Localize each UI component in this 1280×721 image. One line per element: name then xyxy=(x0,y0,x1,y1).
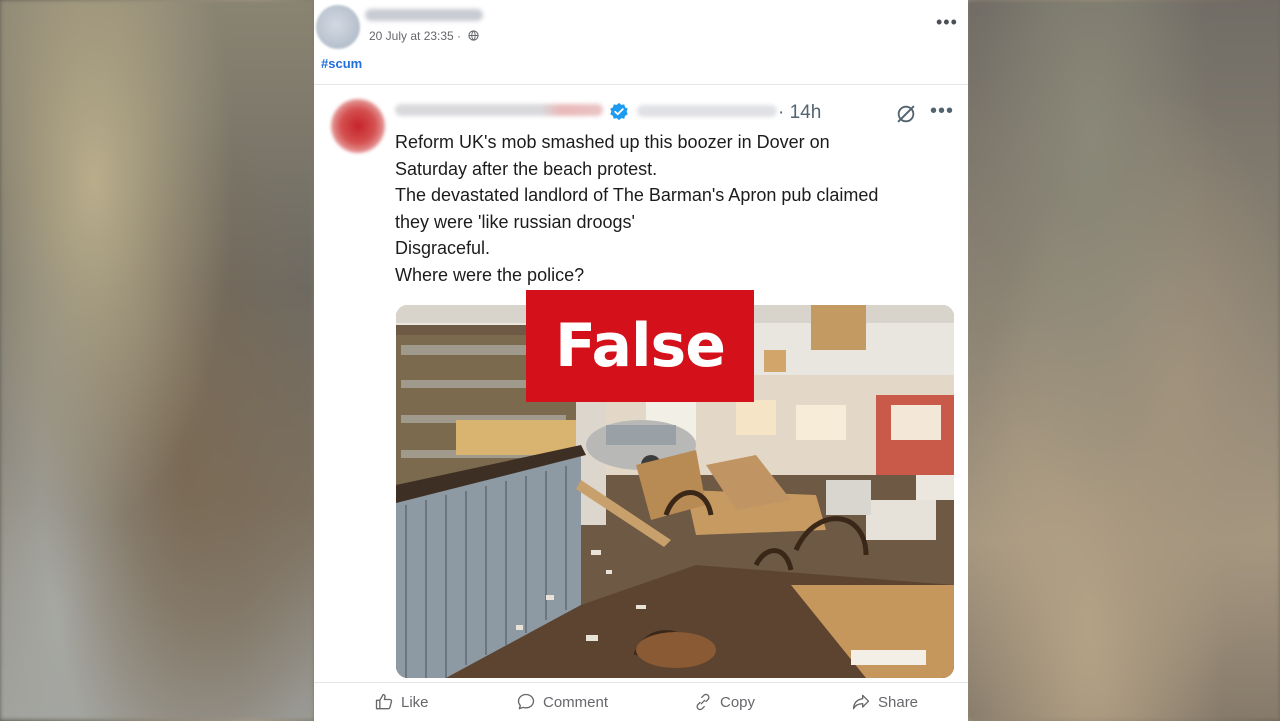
post-hashtag-link[interactable]: #scum xyxy=(321,56,362,71)
tweet-line: Saturday after the beach protest. xyxy=(395,158,658,179)
tweet-line: Disgraceful. xyxy=(395,238,491,258)
blurred-background-right xyxy=(966,0,1280,720)
tweet-line: they were 'like russian droogs' xyxy=(395,211,635,232)
post-timestamp[interactable]: 20 July at 23:35 · xyxy=(369,29,461,43)
share-icon xyxy=(852,694,870,710)
copy-label: Copy xyxy=(720,693,756,711)
like-icon xyxy=(375,693,393,710)
copy-link-icon xyxy=(696,693,710,711)
tweet-line: Reform UK's mob smashed up this boozer i… xyxy=(395,132,830,152)
blurred-background-left xyxy=(0,0,314,720)
comment-label: Comment xyxy=(543,693,609,711)
tweet-line: Where were the police? xyxy=(395,264,585,285)
false-rating-badge: False xyxy=(526,290,754,402)
tweet-author-avatar xyxy=(331,99,385,153)
copy-button[interactable]: Copy xyxy=(693,683,755,721)
like-button[interactable]: Like xyxy=(374,683,429,721)
share-button[interactable]: Share xyxy=(851,683,918,721)
poster-avatar[interactable] xyxy=(316,5,360,49)
tweet-more-options-icon: ••• xyxy=(930,100,955,122)
tweet-age: · 14h xyxy=(778,102,822,123)
post-action-bar: Like Comment Copy Share xyxy=(314,682,968,721)
poster-name-blurred[interactable] xyxy=(365,9,483,21)
comment-icon xyxy=(517,693,535,710)
comment-button[interactable]: Comment xyxy=(516,683,608,721)
verified-badge-icon xyxy=(610,102,628,121)
header-divider xyxy=(314,84,968,85)
tweet-text: Reform UK's mob smashed up this boozer i… xyxy=(395,129,955,288)
like-label: Like xyxy=(401,693,429,711)
grok-icon xyxy=(897,105,915,123)
share-label: Share xyxy=(878,693,919,711)
tweet-author-handle-blurred xyxy=(637,105,777,117)
tweet-author-name-blurred xyxy=(395,104,603,116)
tweet-line: The devastated landlord of The Barman's … xyxy=(395,185,879,205)
globe-icon xyxy=(468,30,479,41)
post-more-options-icon[interactable]: ••• xyxy=(936,12,958,33)
